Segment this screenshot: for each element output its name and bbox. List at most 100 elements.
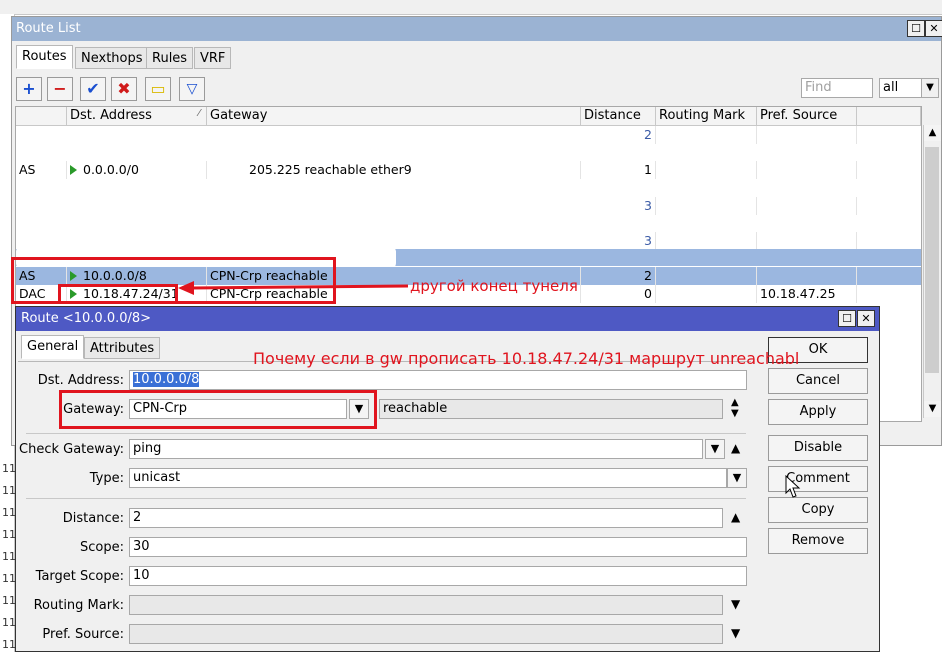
routing-mark-cell — [656, 285, 757, 303]
check-gateway-input[interactable]: ping — [129, 439, 703, 459]
pref-source-cell — [757, 161, 857, 179]
log-line-number: 11 — [2, 638, 16, 651]
maximize-icon[interactable]: ☐ — [907, 20, 925, 37]
log-line-number: 11 — [2, 572, 16, 585]
routing-mark-label: Routing Mark: — [33, 598, 124, 613]
tab-rules[interactable]: Rules — [146, 47, 194, 69]
comment-note-icon[interactable]: ▭ — [145, 77, 171, 101]
chevron-down-icon[interactable]: ▼ — [705, 439, 725, 459]
routing-mark-cell — [656, 267, 757, 285]
gateway-status: reachable — [379, 399, 723, 419]
target-scope-input[interactable]: 10 — [129, 566, 747, 586]
close-icon[interactable]: ✕ — [857, 310, 875, 327]
routing-mark-cell — [656, 197, 757, 215]
chevron-down-icon[interactable]: ▼ — [921, 79, 938, 97]
pref-source-label: Pref. Source: — [42, 627, 124, 642]
enable-check-icon[interactable]: ✔ — [80, 77, 106, 101]
routing-mark-cell — [656, 126, 757, 144]
chevron-down-icon[interactable]: ▼ — [731, 597, 740, 611]
scope-input[interactable]: 30 — [129, 537, 747, 557]
route-list-titlebar[interactable]: Route List ☐ ✕ — [12, 17, 942, 41]
routing-mark-cell — [656, 232, 757, 250]
column-header-flags[interactable] — [16, 107, 67, 126]
column-header-gateway[interactable]: Gateway — [207, 107, 581, 126]
distance-label: Distance: — [62, 511, 124, 526]
scroll-up-icon[interactable]: ▲ — [924, 125, 941, 141]
sort-icon: ⁄ — [198, 108, 200, 119]
log-line-number: 11 — [2, 506, 16, 519]
close-icon[interactable]: ✕ — [925, 20, 942, 37]
dst-address-input[interactable]: 10.0.0.0/8 — [129, 370, 747, 390]
filter-funnel-icon[interactable]: ▽ — [179, 77, 205, 101]
routing-mark-input[interactable] — [129, 595, 723, 615]
scrollbar-thumb[interactable] — [925, 147, 939, 373]
distance-cell: 2 — [581, 267, 656, 285]
apply-button[interactable]: Apply — [768, 399, 868, 425]
dst-address-cell: 0.0.0.0/0 — [67, 161, 207, 179]
chevron-down-icon[interactable]: ▼ — [727, 468, 747, 488]
background-log-header — [0, 0, 942, 15]
filter-select-value: all — [883, 80, 899, 95]
comment-button[interactable]: Comment — [768, 466, 868, 492]
section-divider — [26, 498, 746, 499]
pref-source-cell — [757, 126, 857, 144]
remove-button[interactable]: Remove — [768, 528, 868, 554]
collapse-up-icon[interactable]: ▲ — [731, 441, 740, 455]
table-row[interactable]: AS 0.0.0.0/0 205.225 reachable ether9 1 — [16, 161, 921, 179]
target-scope-label: Target Scope: — [35, 569, 124, 584]
annotation-arrow-icon — [178, 281, 409, 295]
distance-input[interactable]: 2 — [129, 508, 723, 528]
filter-select[interactable]: all ▼ — [879, 78, 939, 98]
distance-cell: 3 — [581, 197, 656, 215]
remove-icon[interactable]: − — [47, 77, 73, 101]
column-header-routing-mark[interactable]: Routing Mark — [656, 107, 757, 126]
scroll-down-icon[interactable]: ▼ — [924, 401, 941, 417]
tab-vrf[interactable]: VRF — [194, 47, 232, 69]
check-gateway-label: Check Gateway: — [19, 442, 124, 457]
tab-attributes[interactable]: Attributes — [84, 337, 161, 359]
pref-source-cell: 10.18.47.25 — [757, 285, 857, 303]
add-remove-gateway-icon[interactable]: ▲ ▼ — [731, 397, 739, 419]
annotation-box-gateway — [59, 390, 377, 429]
route-active-flag-icon — [70, 165, 77, 175]
log-line-number: 11 — [2, 616, 16, 629]
type-label: Type: — [89, 471, 124, 486]
column-header-label: Dst. Address — [70, 108, 152, 123]
pref-source-cell — [757, 232, 857, 250]
distance-cell: 2 — [581, 126, 656, 144]
dst-address-label: Dst. Address: — [37, 373, 124, 388]
dst-address-text: 0.0.0.0/0 — [83, 162, 139, 177]
routes-scrollbar[interactable]: ▲ ▼ — [923, 125, 941, 418]
cancel-button[interactable]: Cancel — [768, 368, 868, 394]
distance-cell: 3 — [581, 232, 656, 250]
annotation-tunnel-end: другой конец тунеля — [410, 277, 578, 295]
distance-cell: 0 — [581, 285, 656, 303]
collapse-up-icon[interactable]: ▲ — [731, 510, 740, 524]
maximize-icon[interactable]: ☐ — [838, 310, 856, 327]
disable-x-icon[interactable]: ✖ — [111, 77, 137, 101]
gateway-cell: 205.225 reachable ether9 — [207, 161, 581, 179]
route-dialog-titlebar[interactable]: Route <10.0.0.0/8> ☐ ✕ — [16, 307, 879, 331]
column-header-distance[interactable]: Distance — [581, 107, 656, 126]
scope-label: Scope: — [80, 540, 124, 555]
routing-mark-cell — [656, 161, 757, 179]
table-row[interactable]: 3 — [16, 197, 921, 215]
disable-button[interactable]: Disable — [768, 435, 868, 461]
chevron-down-icon[interactable]: ▼ — [731, 626, 740, 640]
add-icon[interactable]: + — [16, 77, 42, 101]
column-header-dst-address[interactable]: Dst. Address ⁄ — [67, 107, 207, 126]
tab-nexthops[interactable]: Nexthops — [75, 47, 149, 69]
annotation-box-tunnel — [58, 284, 178, 304]
column-header-filler — [857, 107, 921, 126]
find-input[interactable]: Find — [801, 78, 873, 98]
pref-source-input[interactable] — [129, 624, 723, 644]
column-header-pref-source[interactable]: Pref. Source — [757, 107, 857, 126]
tab-general[interactable]: General — [21, 335, 85, 359]
copy-button[interactable]: Copy — [768, 497, 868, 523]
annotation-question: Почему если в gw прописать 10.18.47.24/3… — [253, 349, 800, 368]
type-select[interactable]: unicast — [129, 468, 727, 488]
distance-cell: 1 — [581, 161, 656, 179]
table-row[interactable]: 2 — [16, 126, 921, 144]
tab-routes[interactable]: Routes — [16, 45, 73, 69]
pref-source-cell — [757, 267, 857, 285]
